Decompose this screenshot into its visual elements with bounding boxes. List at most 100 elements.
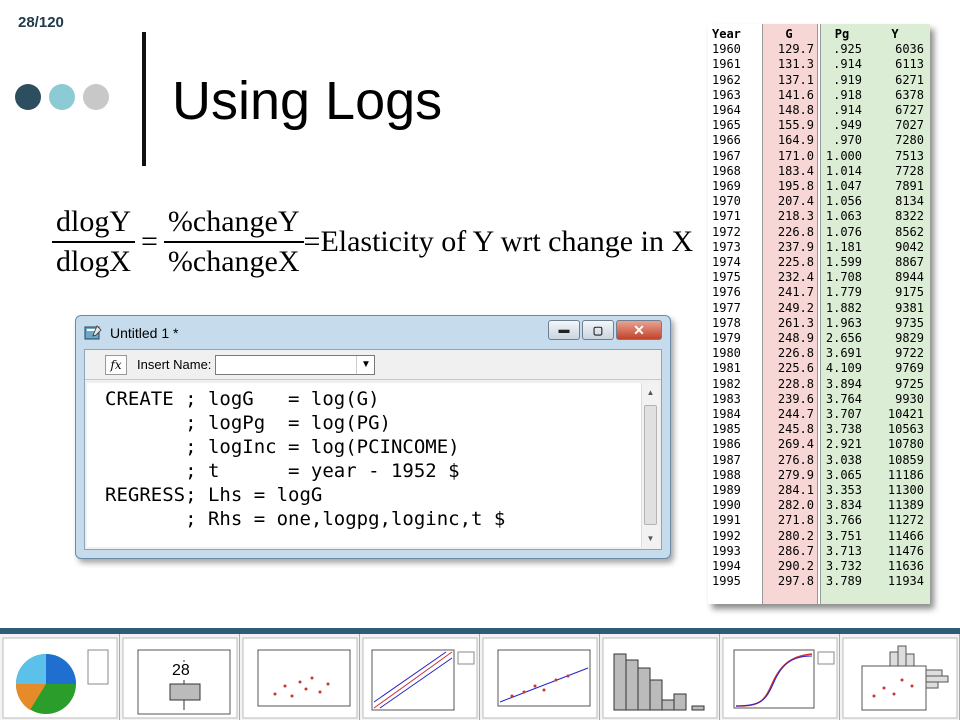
table-cell: 269.4 [777, 437, 814, 452]
code-line: CREATE ; logG = log(G) [105, 388, 380, 410]
table-cell: 1.014 [825, 163, 862, 178]
table-cell: 1.063 [825, 209, 862, 224]
table-cell: 1979 [712, 331, 741, 345]
table-cell: 241.7 [777, 285, 814, 300]
scatter-thumb-1 [242, 637, 358, 719]
code-editor[interactable]: CREATE ; logG = log(G) ; logPg = log(PG)… [87, 383, 641, 547]
table-row: 1960 129.7 .925 6036 [708, 42, 930, 57]
table-cell: 1960 [712, 42, 741, 57]
table-cell: 228.8 [777, 376, 814, 391]
window-client: fx Insert Name: ▼ CREATE ; logG = log(G)… [84, 349, 662, 550]
table-cell: 195.8 [777, 179, 814, 193]
table-cell: 10563 [887, 422, 924, 437]
vertical-scrollbar[interactable]: ▲ ▼ [641, 383, 659, 547]
table-cell: 1976 [712, 285, 741, 300]
table-cell: .925 [833, 42, 862, 57]
insert-name-select[interactable]: ▼ [215, 354, 376, 375]
table-cell: 9769 [895, 361, 924, 376]
table-row: 1961 131.3 .914 6113 [708, 57, 930, 72]
table-cell: 1971 [712, 209, 741, 224]
fraction-denominator: dlogX [56, 245, 131, 278]
thumbnail-cdf-plot[interactable] [720, 634, 840, 720]
table-cell: 10859 [887, 452, 924, 467]
table-cell: 11476 [887, 543, 924, 558]
table-cell: 279.9 [777, 467, 814, 482]
document-icon [84, 325, 102, 340]
probability-plot-thumb [362, 637, 478, 719]
table-cell: 1.779 [825, 285, 862, 300]
table-cell: 141.6 [777, 87, 814, 102]
table-cell: 239.6 [777, 391, 814, 406]
table-cell: 290.2 [777, 559, 814, 573]
dot-gray [83, 84, 109, 110]
thumbnail-scatter-2[interactable] [480, 634, 600, 720]
table-cell: 3.894 [825, 376, 862, 391]
table-cell: 1985 [712, 422, 741, 437]
table-row: 1975 232.4 1.708 8944 [708, 270, 930, 285]
table-cell: .918 [833, 87, 862, 102]
chevron-down-icon[interactable]: ▼ [356, 355, 374, 374]
editor-toolbar: fx Insert Name: ▼ [85, 350, 661, 380]
table-cell: 1974 [712, 255, 741, 269]
table-cell: 1.076 [825, 224, 862, 239]
table-cell: 1993 [712, 543, 741, 558]
table-cell: 1973 [712, 239, 741, 254]
table-cell: 8322 [895, 209, 924, 224]
window-title: Untitled 1 * [110, 325, 179, 341]
code-line: REGRESS; Lhs = logG [105, 484, 323, 506]
slide-number: 28/120 [18, 14, 64, 31]
equals-sign: = [141, 225, 158, 258]
table-cell: 1987 [712, 452, 741, 467]
table-cell: 9829 [895, 331, 924, 345]
table-cell: 6036 [895, 42, 924, 57]
table-row: 1989 284.1 3.353 11300 [708, 483, 930, 498]
window-titlebar[interactable]: Untitled 1 * ▬ ▢ ✕ [84, 320, 662, 346]
thumbnail-scatter-1[interactable] [240, 634, 360, 720]
table-cell: 9042 [895, 239, 924, 254]
table-row: 1969 195.8 1.047 7891 [708, 179, 930, 194]
table-row: 1968 183.4 1.014 7728 [708, 164, 930, 179]
table-cell: 276.8 [777, 452, 814, 467]
table-cell: 1962 [712, 72, 741, 87]
scroll-up-icon[interactable]: ▲ [642, 383, 659, 401]
table-cell: 3.764 [825, 391, 862, 406]
table-cell: 225.6 [777, 361, 814, 376]
table-cell: 261.3 [777, 315, 814, 330]
table-row: 1974 225.8 1.599 8867 [708, 255, 930, 270]
table-cell: 1990 [712, 498, 741, 513]
table-cell: 249.2 [777, 300, 814, 315]
table-cell: 1.708 [825, 270, 862, 285]
table-cell: 1963 [712, 87, 741, 102]
table-cell: 232.4 [777, 270, 814, 285]
table-cell: 11934 [887, 574, 924, 589]
table-cell: 2.656 [825, 331, 862, 345]
table-row: 1962 137.1 .919 6271 [708, 73, 930, 88]
table-cell: 1994 [712, 559, 741, 573]
table-cell: 245.8 [777, 422, 814, 437]
minimize-button[interactable]: ▬ [548, 320, 580, 340]
maximize-button[interactable]: ▢ [582, 320, 614, 340]
table-row: 1979 248.9 2.656 9829 [708, 331, 930, 346]
table-row: 1971 218.3 1.063 8322 [708, 209, 930, 224]
table-cell: 1982 [712, 376, 741, 391]
code-line: ; Rhs = one,logpg,loginc,t $ [105, 508, 506, 530]
pie-chart-thumb [2, 637, 118, 719]
table-cell: 1968 [712, 163, 741, 178]
close-button[interactable]: ✕ [616, 320, 662, 340]
scroll-down-icon[interactable]: ▼ [642, 529, 659, 547]
table-cell: 207.4 [777, 194, 814, 209]
thumbnail-scatter-hist[interactable] [840, 634, 960, 720]
editor-window[interactable]: Untitled 1 * ▬ ▢ ✕ fx Insert Name: ▼ CRE… [75, 315, 671, 559]
scroll-thumb[interactable] [644, 405, 657, 525]
fx-button[interactable]: fx [105, 354, 127, 375]
thumbnail-histogram[interactable] [600, 634, 720, 720]
table-cell: 1983 [712, 391, 741, 406]
thumbnail-pie-chart[interactable] [0, 634, 120, 720]
thumbnail-strip [0, 634, 960, 720]
table-cell: 1.882 [825, 300, 862, 315]
code-line: ; logInc = log(PCINCOME) [105, 436, 460, 458]
table-cell: 4.109 [825, 361, 862, 376]
table-row: 1976 241.7 1.779 9175 [708, 285, 930, 300]
thumbnail-probability-plot[interactable] [360, 634, 480, 720]
table-header-row: Year G Pg Y [708, 27, 930, 42]
